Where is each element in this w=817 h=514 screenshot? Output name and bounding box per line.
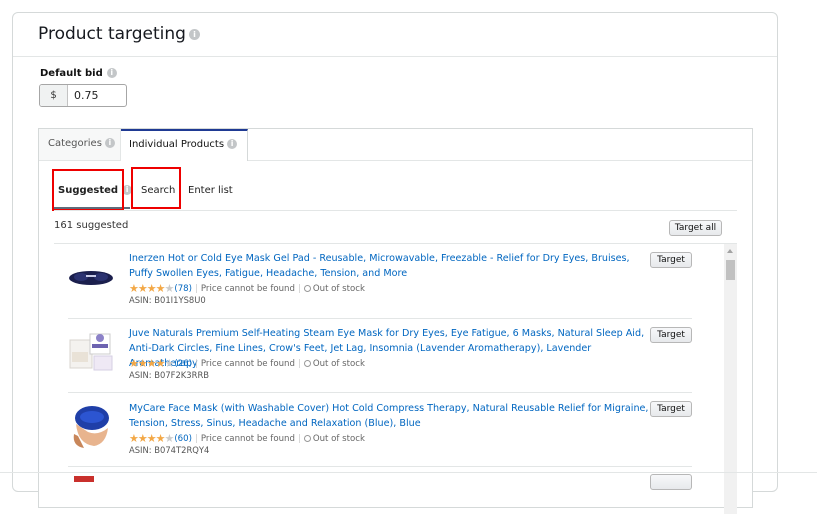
targeting-card: Categories i Individual Products i Suggest… xyxy=(38,128,753,514)
price-status: Price cannot be found xyxy=(200,284,295,294)
target-button[interactable]: Target xyxy=(650,252,692,268)
info-icon[interactable]: i xyxy=(106,68,117,78)
tab-categories[interactable]: Categories i xyxy=(39,129,121,160)
subtab-bar: Suggested i Search Enter list xyxy=(52,167,737,211)
price-status: Price cannot be found xyxy=(200,434,295,444)
info-icon[interactable]: i xyxy=(227,139,238,149)
product-meta: ★★★★★(26) | Price cannot be found | Out of s… xyxy=(129,357,365,370)
product-asin: ASIN: B01I1YS8U0 xyxy=(129,295,206,305)
default-bid-label: Default bid i xyxy=(40,68,117,79)
tab-bar: Categories i Individual Products i xyxy=(39,129,752,161)
scrollbar[interactable] xyxy=(724,244,737,514)
currency-symbol: $ xyxy=(40,85,68,106)
review-count-link[interactable]: (60) xyxy=(174,434,192,444)
default-bid-field: $ xyxy=(39,84,127,107)
clock-icon xyxy=(303,285,311,292)
target-button[interactable]: Target xyxy=(650,327,692,343)
target-all-button[interactable]: Target all xyxy=(669,220,722,236)
list-item: Inerzen Hot or Cold Eye Mask Gel Pad - R… xyxy=(68,244,692,319)
star-rating: ★★★★★ xyxy=(129,357,174,370)
default-bid-input[interactable] xyxy=(68,85,126,106)
highlight-box-search xyxy=(131,167,181,209)
product-list: Inerzen Hot or Cold Eye Mask Gel Pad - R… xyxy=(54,243,737,514)
product-targeting-panel: Product targetingi Default bidi $ Catego… xyxy=(12,12,778,514)
product-asin: ASIN: B07F2K3RRB xyxy=(129,370,210,380)
product-thumbnail xyxy=(74,476,94,482)
stock-status: Out of stock xyxy=(312,284,365,294)
product-thumbnail xyxy=(69,333,113,371)
clock-icon xyxy=(303,360,311,367)
subtab-enter-list[interactable]: Enter list xyxy=(188,185,233,196)
scroll-up-arrow-icon[interactable] xyxy=(727,249,733,253)
list-item: MyCare Face Mask (with Washable Cover) H… xyxy=(68,392,692,467)
divider xyxy=(54,210,737,211)
star-rating: ★★★★★ xyxy=(129,282,174,295)
page-title: Product targeting i xyxy=(38,24,200,44)
list-item: Juve Naturals Premium Self-Heating Steam… xyxy=(68,318,692,393)
target-button-partial xyxy=(650,474,692,490)
info-icon[interactable]: i xyxy=(188,28,200,40)
highlight-box-suggested xyxy=(52,169,124,211)
product-title-link[interactable]: MyCare Face Mask (with Washable Cover) H… xyxy=(129,401,654,431)
stock-status: Out of stock xyxy=(312,359,365,369)
price-status: Price cannot be found xyxy=(200,359,295,369)
product-meta: ★★★★★(60) | Price cannot be found | Out of s… xyxy=(129,432,365,445)
product-thumbnail xyxy=(69,271,113,285)
product-meta: ★★★★★(78) | Price cannot be found | Out of s… xyxy=(129,282,365,295)
panel-header: Product targeting i xyxy=(13,13,777,57)
tab-individual-products[interactable]: Individual Products i xyxy=(121,129,248,161)
list-item xyxy=(68,466,692,514)
target-button[interactable]: Target xyxy=(650,401,692,417)
review-count-link[interactable]: (78) xyxy=(174,284,192,294)
page-bottom-divider xyxy=(0,472,817,473)
stock-status: Out of stock xyxy=(312,434,365,444)
review-count-link[interactable]: (26) xyxy=(174,359,192,369)
product-title-link[interactable]: Inerzen Hot or Cold Eye Mask Gel Pad - R… xyxy=(129,251,654,281)
suggested-count: 161 suggested xyxy=(54,220,129,231)
clock-icon xyxy=(303,435,311,442)
product-thumbnail xyxy=(73,406,109,448)
info-icon[interactable]: i xyxy=(104,138,115,148)
scrollbar-thumb[interactable] xyxy=(726,260,735,280)
product-asin: ASIN: B074T2RQY4 xyxy=(129,445,210,455)
star-rating: ★★★★★ xyxy=(129,432,174,445)
